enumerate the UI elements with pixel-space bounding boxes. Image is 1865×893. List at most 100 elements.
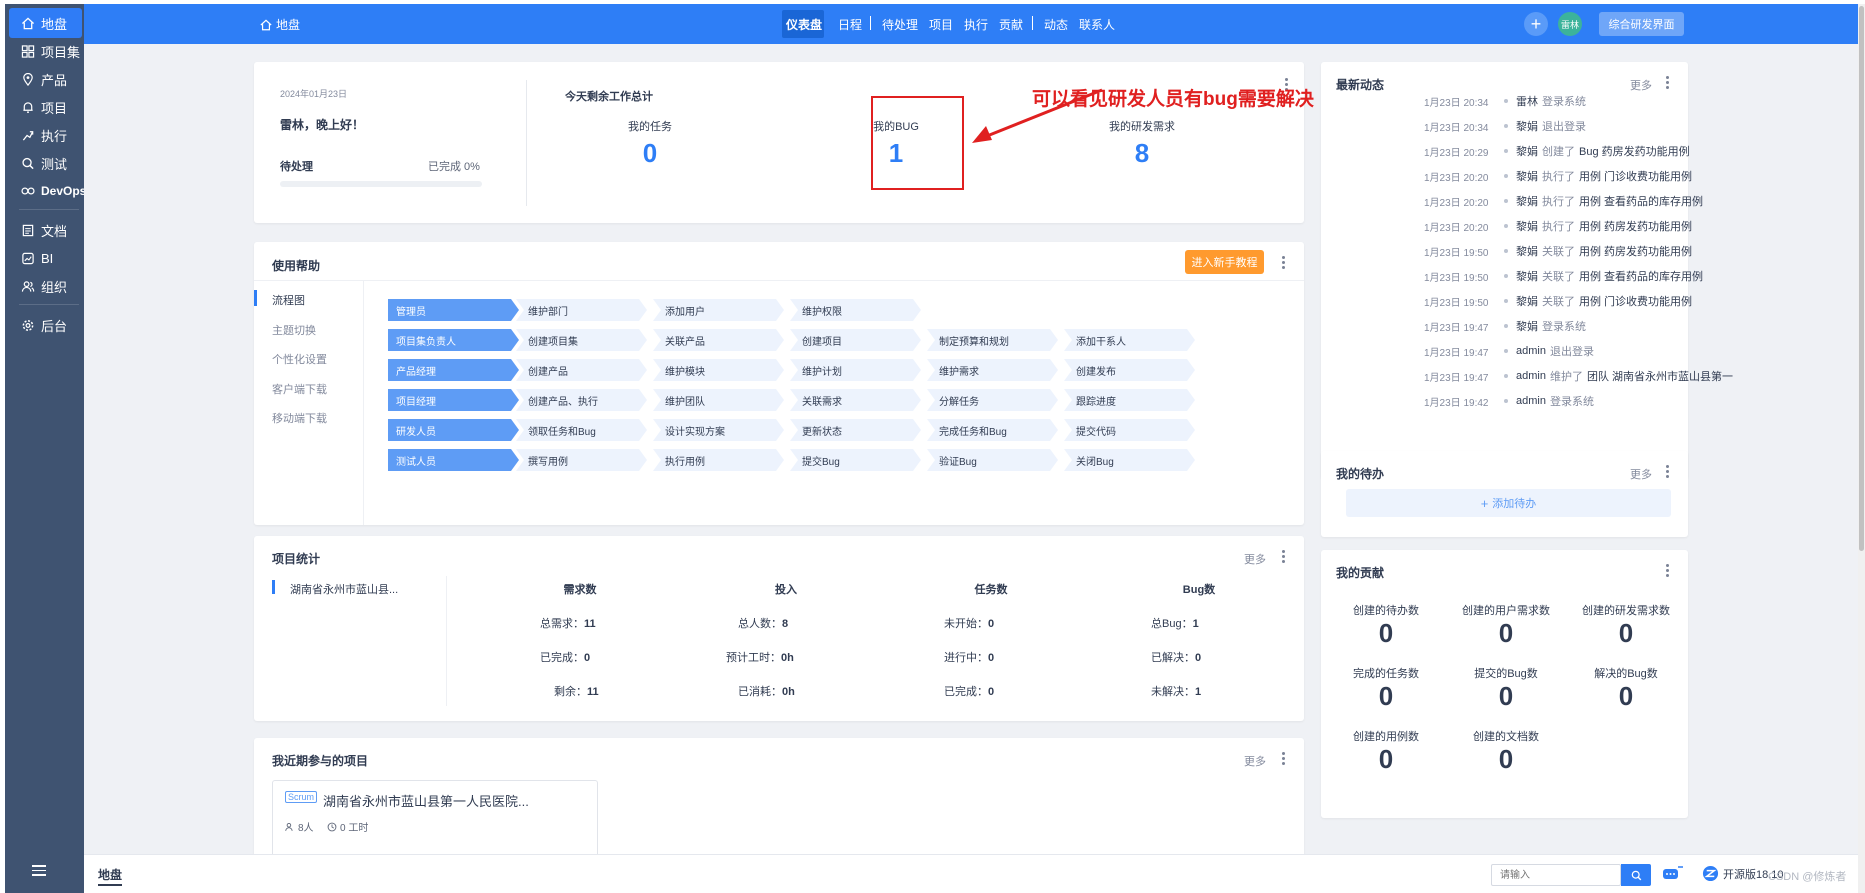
menu-toggle-icon[interactable]	[32, 865, 46, 876]
dynamic-user: 黎娟	[1516, 146, 1538, 158]
dynamic-item[interactable]: 1月23日 20:34 黎娟 退出登录	[1424, 118, 1590, 134]
dynamic-item[interactable]: 1月23日 19:50 黎娟 关联了 用例 查看药品的库存用例	[1424, 268, 1703, 284]
stat-key: 总人数：	[738, 618, 782, 630]
stat-val: 0h	[781, 652, 794, 664]
contrib-value[interactable]: 0	[1446, 618, 1566, 649]
flow-role: 测试人员	[388, 449, 519, 471]
more-menu-icon[interactable]	[1282, 550, 1286, 564]
tab-dashboard[interactable]: 仪表盘	[786, 16, 822, 33]
people-count: 8人	[285, 819, 314, 834]
scrollbar-thumb[interactable]	[1859, 6, 1864, 551]
work-hours-value: 0 工时	[340, 823, 369, 834]
sidebar-item-execution[interactable]: 执行	[9, 120, 82, 150]
switch-view-button[interactable]: 综合研发界面	[1599, 12, 1684, 36]
search-button[interactable]	[1621, 864, 1651, 886]
today-title: 今天剩余工作总计	[565, 91, 653, 103]
recent-projects-card: 我近期参与的项目 更多 Scrum 湖南省永州市蓝山县第一人民医院... 8人 …	[254, 738, 1304, 854]
dot-icon	[1504, 324, 1508, 328]
dynamic-item[interactable]: 1月23日 20:29 黎娟 创建了 Bug 药房发药功能用例	[1424, 143, 1690, 159]
chat-ai-icon[interactable]	[1662, 865, 1684, 883]
search-input[interactable]	[1491, 864, 1621, 886]
more-link[interactable]: 更多	[1630, 77, 1652, 93]
more-menu-icon[interactable]	[1282, 752, 1286, 766]
dynamic-item[interactable]: 1月23日 19:47 admin 退出登录	[1424, 343, 1598, 359]
help-menu-mobile-download[interactable]: 移动端下载	[272, 410, 327, 426]
help-menu-theme[interactable]: 主题切换	[272, 322, 316, 338]
more-link[interactable]: 更多	[1244, 551, 1266, 567]
help-menu-client-download[interactable]: 客户端下载	[272, 381, 327, 397]
sidebar-item-dashboard[interactable]: 地盘	[9, 8, 82, 38]
dynamic-item[interactable]: 1月23日 20:34 雷林 登录系统	[1424, 93, 1590, 109]
breadcrumb[interactable]: 地盘	[260, 16, 300, 33]
add-todo-button[interactable]: + 添加待办	[1346, 489, 1671, 517]
sidebar-item-test[interactable]: 测试	[9, 148, 82, 178]
more-menu-icon[interactable]	[1282, 256, 1286, 270]
sidebar-item-project[interactable]: 项目	[9, 92, 82, 122]
more-menu-icon[interactable]	[1666, 76, 1670, 90]
dynamic-item[interactable]: 1月23日 19:47 黎娟 登录系统	[1424, 318, 1590, 334]
tab-project[interactable]: 项目	[929, 16, 953, 33]
more-link[interactable]: 更多	[1244, 753, 1266, 769]
contrib-value[interactable]: 0	[1446, 681, 1566, 712]
contrib-label: 提交的Bug数	[1474, 668, 1538, 680]
sidebar-item-admin[interactable]: 后台	[9, 310, 82, 340]
tab-todo[interactable]: 待处理	[882, 16, 918, 33]
stat-value-tasks[interactable]: 0	[590, 138, 710, 169]
dot-icon	[1504, 349, 1508, 353]
tab-execution[interactable]: 执行	[964, 16, 988, 33]
dynamic-item[interactable]: 1月23日 19:50 黎娟 关联了 用例 药房发药功能用例	[1424, 243, 1692, 259]
dynamic-item[interactable]: 1月23日 19:47 admin 维护了 团队 湖南省永州市蓝山县第一	[1424, 368, 1733, 384]
contrib-value[interactable]: 0	[1571, 618, 1681, 649]
stat-label: 我的任务	[628, 121, 672, 133]
scrum-badge: Scrum	[285, 791, 318, 803]
tab-calendar[interactable]: 日程	[838, 16, 862, 33]
help-menu-personalize[interactable]: 个性化设置	[272, 351, 327, 367]
more-menu-icon[interactable]	[1666, 564, 1670, 578]
sidebar-item-product[interactable]: 产品	[9, 64, 82, 94]
contrib-value[interactable]: 0	[1331, 681, 1441, 712]
sidebar-item-org[interactable]: 组织	[9, 271, 82, 301]
quick-add-button[interactable]: +	[1524, 12, 1548, 36]
sidebar-item-doc[interactable]: 文档	[9, 215, 82, 245]
stat-key: 已解决：	[1151, 652, 1195, 664]
flow-step: 分解任务	[927, 389, 1058, 411]
contrib-value[interactable]: 0	[1331, 744, 1441, 775]
done-percent: 已完成 0%	[428, 161, 480, 173]
dynamic-action: 关联了	[1542, 296, 1575, 308]
dynamic-item[interactable]: 1月23日 20:20 黎娟 执行了 用例 药房发药功能用例	[1424, 218, 1692, 234]
project-card[interactable]: Scrum 湖南省永州市蓝山县第一人民医院... 8人 0 工时	[272, 780, 598, 854]
sidebar-item-program[interactable]: 项目集	[9, 36, 82, 66]
more-link[interactable]: 更多	[1630, 466, 1652, 482]
dynamic-item[interactable]: 1月23日 20:20 黎娟 执行了 用例 查看药品的库存用例	[1424, 193, 1703, 209]
contrib-value[interactable]: 0	[1446, 744, 1566, 775]
tab-contribution[interactable]: 贡献	[999, 16, 1023, 33]
flow-step: 验证Bug	[927, 449, 1058, 471]
contrib-value[interactable]: 0	[1331, 618, 1441, 649]
dynamic-item[interactable]: 1月23日 19:42 admin 登录系统	[1424, 393, 1598, 409]
dynamic-action: 执行了	[1542, 196, 1575, 208]
stat-val: 0	[988, 686, 995, 698]
dynamic-user: 黎娟	[1516, 121, 1538, 133]
tab-dynamics[interactable]: 动态	[1044, 16, 1068, 33]
more-menu-icon[interactable]	[1666, 465, 1670, 479]
clock-icon	[327, 822, 337, 831]
tab-contacts[interactable]: 联系人	[1079, 16, 1115, 33]
dynamic-time: 1月23日 20:20	[1424, 172, 1489, 184]
dynamic-item[interactable]: 1月23日 20:20 黎娟 执行了 用例 门诊收费功能用例	[1424, 168, 1692, 184]
sidebar-item-bi[interactable]: BI	[9, 243, 82, 273]
dynamic-item[interactable]: 1月23日 19:50 黎娟 关联了 用例 门诊收费功能用例	[1424, 293, 1692, 309]
tutorial-button[interactable]: 进入新手教程	[1185, 250, 1264, 274]
flow-step: 创建发布	[1064, 359, 1195, 381]
sidebar-item-devops[interactable]: DevOps	[9, 176, 86, 206]
project-name[interactable]: 湖南省永州市蓝山县...	[290, 581, 398, 597]
bottom-tab-dashboard[interactable]: 地盘	[98, 866, 123, 886]
progress-bar	[280, 181, 482, 187]
stat-key: 总需求：	[540, 618, 584, 630]
dynamic-time: 1月23日 20:20	[1424, 222, 1489, 234]
dynamic-action: 登录系统	[1542, 321, 1586, 333]
help-menu-flowchart[interactable]: 流程图	[272, 292, 305, 308]
contrib-value[interactable]: 0	[1571, 681, 1681, 712]
dot-icon	[1504, 99, 1508, 103]
avatar[interactable]: 雷林	[1558, 12, 1582, 36]
chart-icon	[22, 252, 34, 264]
